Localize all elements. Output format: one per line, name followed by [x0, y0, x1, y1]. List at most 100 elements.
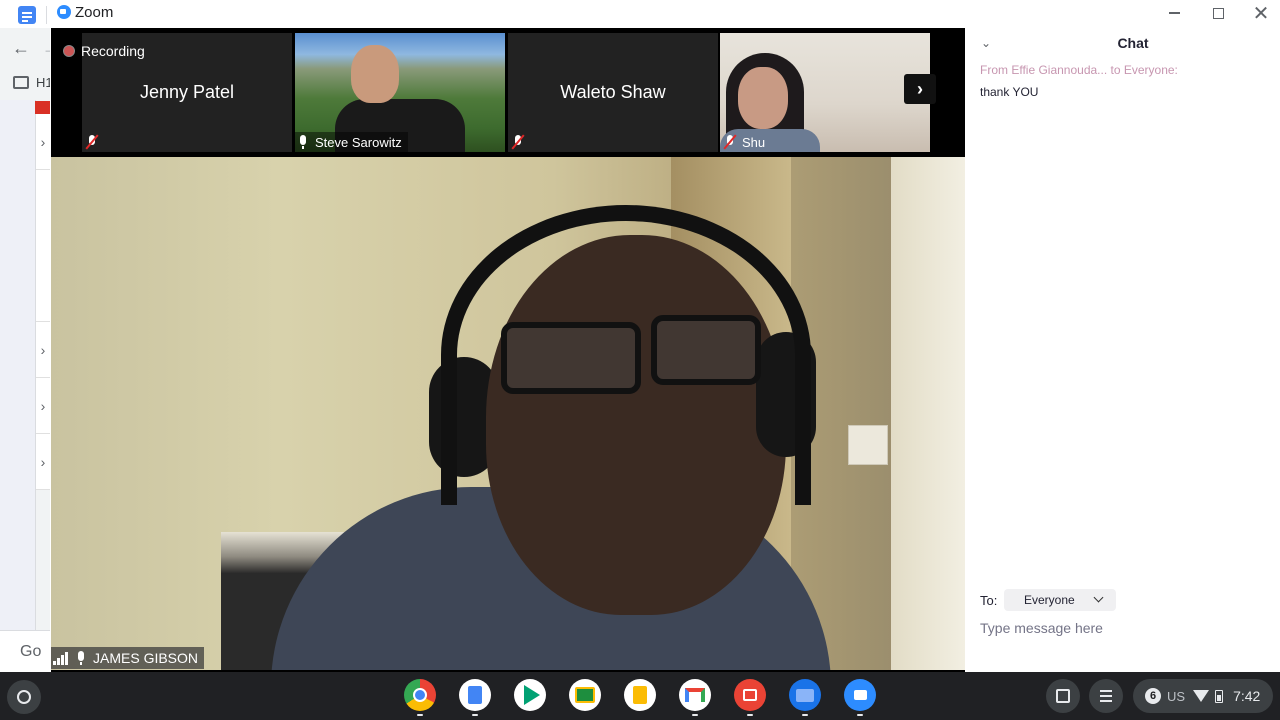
- participant-label: Shu: [720, 132, 771, 152]
- chat-message-sender: From Effie Giannouda... to Everyone:: [980, 63, 1178, 77]
- slides-icon: [633, 686, 647, 704]
- chrome-app-button[interactable]: [404, 679, 436, 711]
- minimize-button[interactable]: [1152, 0, 1196, 26]
- chevron-right-icon[interactable]: ›: [36, 114, 50, 170]
- classroom-icon: [575, 687, 595, 703]
- recording-label: Recording: [81, 43, 145, 59]
- participant-name: Waleto Shaw: [560, 82, 666, 102]
- video-background-switch: [848, 425, 888, 465]
- docs-app-icon: [18, 6, 36, 24]
- signal-strength-icon: [53, 651, 69, 665]
- gallery-icon: [743, 689, 757, 701]
- wifi-icon: [1193, 690, 1210, 702]
- chevron-right-icon[interactable]: ›: [36, 434, 50, 490]
- media-icon-line: [1100, 690, 1112, 692]
- mic-muted-icon: [84, 134, 100, 150]
- video-area: Recording Jenny Patel Steve Sarowitz Wal…: [51, 28, 965, 672]
- classroom-app-button[interactable]: [569, 679, 601, 711]
- mic-muted-icon: [510, 134, 526, 150]
- running-indicator: [472, 714, 478, 716]
- chat-message-input[interactable]: [980, 617, 1270, 639]
- gmail-app-button[interactable]: [679, 679, 711, 711]
- media-controls-button[interactable]: [1089, 679, 1123, 713]
- screen-capture-icon: [1056, 689, 1070, 703]
- forward-arrow-icon[interactable]: →: [42, 38, 50, 59]
- gallery-app-button[interactable]: [734, 679, 766, 711]
- background-go-button[interactable]: Go: [0, 630, 50, 672]
- minimize-icon: [1168, 12, 1180, 14]
- maximize-button[interactable]: [1196, 0, 1240, 26]
- folder-icon: [13, 76, 29, 89]
- active-speaker-label: JAMES GIBSON: [51, 647, 205, 669]
- next-participants-button[interactable]: ›: [904, 74, 936, 104]
- running-indicator: [802, 714, 808, 716]
- battery-icon: [1215, 689, 1224, 703]
- zoom-icon: [853, 690, 867, 700]
- participant-label: Steve Sarowitz: [295, 132, 408, 152]
- active-speaker-name: JAMES GIBSON: [93, 650, 199, 666]
- chat-title: Chat: [1117, 35, 1149, 51]
- files-app-button[interactable]: [789, 679, 821, 711]
- participant-tile[interactable]: Shu: [720, 33, 930, 152]
- mic-icon: [75, 650, 87, 666]
- running-indicator: [747, 714, 753, 716]
- back-arrow-icon[interactable]: ←: [12, 38, 30, 59]
- chevron-right-icon[interactable]: ›: [36, 322, 50, 378]
- play-store-icon: [524, 685, 540, 705]
- chat-to-label: To:: [980, 593, 998, 608]
- running-indicator: [692, 714, 698, 716]
- status-tray[interactable]: 6 US 7:42: [1133, 679, 1273, 713]
- screen-capture-button[interactable]: [1046, 679, 1080, 713]
- participant-tile[interactable]: Waleto Shaw: [508, 33, 718, 152]
- media-icon-line: [1100, 695, 1112, 697]
- running-indicator: [857, 714, 863, 716]
- background-row: [36, 212, 50, 268]
- chevron-right-icon[interactable]: ›: [36, 378, 50, 434]
- recording-indicator[interactable]: Recording: [63, 43, 145, 59]
- window-title: Zoom: [75, 4, 114, 21]
- clock: 7:42: [1233, 688, 1261, 704]
- doc-heading-fragment: H1: [36, 75, 50, 90]
- files-icon: [796, 688, 814, 702]
- video-glasses-right: [651, 315, 761, 385]
- mic-muted-icon: [722, 134, 738, 150]
- video-glasses-left: [501, 322, 641, 394]
- zoom-window-icon: [57, 5, 71, 19]
- background-panel: [0, 100, 36, 630]
- video-background-window: [891, 157, 965, 670]
- chat-recipient-dropdown[interactable]: Everyone: [1004, 589, 1116, 611]
- participant-name: Steve Sarowitz: [315, 134, 402, 150]
- title-bar: Zoom ✕: [0, 0, 1280, 28]
- record-dot-icon: [63, 45, 75, 57]
- participant-tile[interactable]: Steve Sarowitz: [295, 33, 505, 152]
- video-figure-head: [351, 45, 399, 103]
- zoom-app-button[interactable]: [844, 679, 876, 711]
- gmail-icon: [685, 688, 705, 702]
- chevron-right-icon: ›: [917, 78, 923, 99]
- active-speaker-video[interactable]: JAMES GIBSON: [51, 157, 965, 670]
- mic-icon: [297, 134, 309, 150]
- participant-label: [508, 132, 536, 152]
- play-store-app-button[interactable]: [514, 679, 546, 711]
- notification-count-badge: 6: [1145, 688, 1161, 704]
- video-figure-head: [738, 67, 788, 129]
- running-indicator: [417, 714, 423, 716]
- chat-message-text: thank YOU: [980, 85, 1039, 99]
- background-row: [36, 266, 50, 322]
- chat-recipient-value: Everyone: [1024, 593, 1075, 607]
- launcher-icon: [17, 690, 31, 704]
- input-method-label: US: [1167, 688, 1186, 704]
- close-button[interactable]: ✕: [1239, 0, 1280, 26]
- chat-panel: ⌄ Chat From Effie Giannouda... to Everyo…: [965, 28, 1280, 672]
- slides-app-button[interactable]: [624, 679, 656, 711]
- docs-icon: [468, 686, 482, 704]
- launcher-button[interactable]: [7, 680, 41, 714]
- chevron-down-icon: [1093, 592, 1104, 603]
- participant-name: Shu: [742, 134, 766, 150]
- maximize-icon: [1212, 7, 1224, 19]
- title-separator: [46, 6, 47, 24]
- close-icon: ✕: [1252, 2, 1270, 25]
- background-red-marker: [35, 101, 50, 114]
- docs-app-button[interactable]: [459, 679, 491, 711]
- media-icon-line: [1100, 700, 1112, 702]
